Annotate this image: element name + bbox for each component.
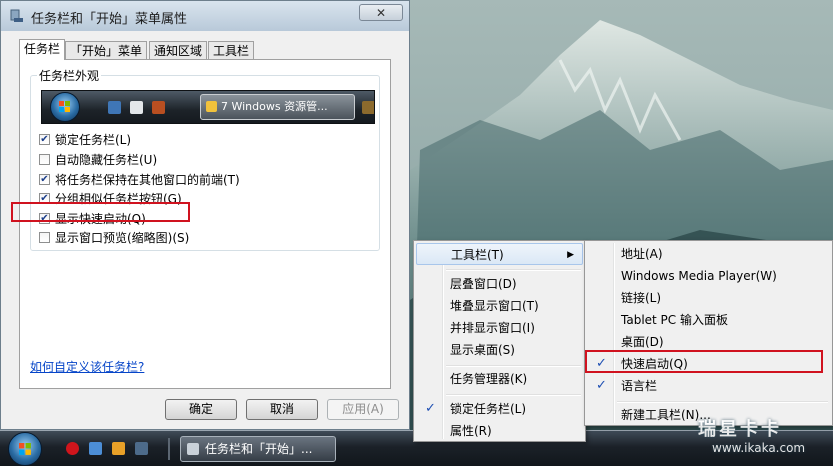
cancel-button[interactable]: 取消: [246, 399, 318, 420]
menu-separator: [446, 394, 581, 396]
preview-task-label: 7 Windows 资源管...: [221, 100, 328, 113]
menu-item-toolbars[interactable]: 工具栏(T) ▶: [416, 243, 583, 265]
tab-panel-taskbar: 任务栏外观 7 Windows 资源管... ✔ 锁定任务栏(L) 自动隐藏任务…: [19, 59, 391, 389]
tab-toolbars[interactable]: 工具栏: [208, 41, 255, 59]
submenu-item-links[interactable]: 链接(L): [587, 287, 830, 309]
show-desktop-icon: [108, 101, 121, 114]
preview-overflow-icon: [362, 101, 374, 114]
taskbar-preview: 7 Windows 资源管...: [41, 90, 375, 124]
submenu-item-address[interactable]: 地址(A): [587, 243, 830, 265]
checkbox-lock-taskbar[interactable]: ✔: [39, 134, 50, 145]
menu-item-show-desktop[interactable]: 显示桌面(S): [416, 339, 583, 361]
toolbars-submenu: 地址(A) Windows Media Player(W) 链接(L) Tabl…: [584, 240, 833, 426]
taskbar-task-button[interactable]: 任务栏和「开始」...: [180, 436, 336, 462]
menu-item-lock-taskbar[interactable]: ✓ 锁定任务栏(L): [416, 398, 583, 420]
help-link[interactable]: 如何自定义该任务栏?: [30, 358, 144, 375]
checkbox-window-previews[interactable]: [39, 232, 50, 243]
submenu-item-tablet-input[interactable]: Tablet PC 输入面板: [587, 309, 830, 331]
watermark-url: www.ikaka.com: [712, 441, 806, 455]
check-icon: ✓: [596, 378, 607, 393]
opera-icon[interactable]: [66, 442, 79, 455]
menu-item-cascade[interactable]: 层叠窗口(D): [416, 273, 583, 295]
windows-logo-icon: [59, 101, 70, 112]
taskbar-properties-dialog: 任务栏和「开始」菜单属性 ✕ 任务栏 「开始」菜单 通知区域 工具栏 任务栏外观: [0, 0, 410, 430]
folder-icon: [206, 101, 217, 112]
preview-task-button: 7 Windows 资源管...: [200, 94, 355, 120]
show-desktop-icon[interactable]: [89, 442, 102, 455]
taskbar-properties-icon: [10, 9, 23, 22]
switch-windows-icon: [130, 101, 143, 114]
menu-item-task-manager[interactable]: 任务管理器(K): [416, 368, 583, 390]
menu-item-stack[interactable]: 堆叠显示窗口(T): [416, 295, 583, 317]
highlight-box-quick-launch-option: [11, 202, 190, 222]
taskbar-separator: [168, 438, 170, 460]
switch-windows-icon[interactable]: [135, 442, 148, 455]
highlight-box-quick-launch-menu: [585, 350, 823, 373]
checkbox-keep-on-top[interactable]: ✔: [39, 174, 50, 185]
apply-button[interactable]: 应用(A): [327, 399, 399, 420]
submenu-item-media-player[interactable]: Windows Media Player(W): [587, 265, 830, 287]
media-player-icon[interactable]: [112, 442, 125, 455]
check-icon: ✓: [425, 401, 436, 416]
taskbar-properties-icon: [187, 443, 199, 455]
ok-button[interactable]: 确定: [165, 399, 237, 420]
taskbar-appearance-group: 任务栏外观 7 Windows 资源管... ✔ 锁定任务栏(L) 自动隐藏任务…: [30, 67, 380, 251]
tab-notification-area[interactable]: 通知区域: [149, 41, 208, 59]
watermark-brand: 瑞星卡卡: [698, 419, 782, 440]
menu-separator: [617, 401, 828, 403]
menu-separator: [446, 365, 581, 367]
quick-launch-app-icon: [152, 101, 165, 114]
checkbox-auto-hide[interactable]: [39, 154, 50, 165]
submenu-item-language-bar[interactable]: ✓ 语言栏: [587, 375, 830, 397]
group-label: 任务栏外观: [37, 67, 102, 84]
tab-taskbar[interactable]: 任务栏: [19, 39, 66, 60]
tab-start-menu[interactable]: 「开始」菜单: [65, 41, 148, 59]
title-bar[interactable]: 任务栏和「开始」菜单属性 ✕: [1, 1, 409, 31]
taskbar-task-label: 任务栏和「开始」...: [205, 442, 313, 456]
menu-separator: [446, 269, 581, 271]
submenu-arrow-icon: ▶: [567, 250, 574, 260]
menu-item-properties[interactable]: 属性(R): [416, 420, 583, 442]
taskbar-context-menu: 工具栏(T) ▶ 层叠窗口(D) 堆叠显示窗口(T) 并排显示窗口(I) 显示桌…: [413, 240, 586, 442]
menu-item-side-by-side[interactable]: 并排显示窗口(I): [416, 317, 583, 339]
close-button[interactable]: ✕: [359, 4, 403, 21]
windows-logo-icon: [19, 443, 31, 455]
dialog-title: 任务栏和「开始」菜单属性: [31, 12, 188, 27]
